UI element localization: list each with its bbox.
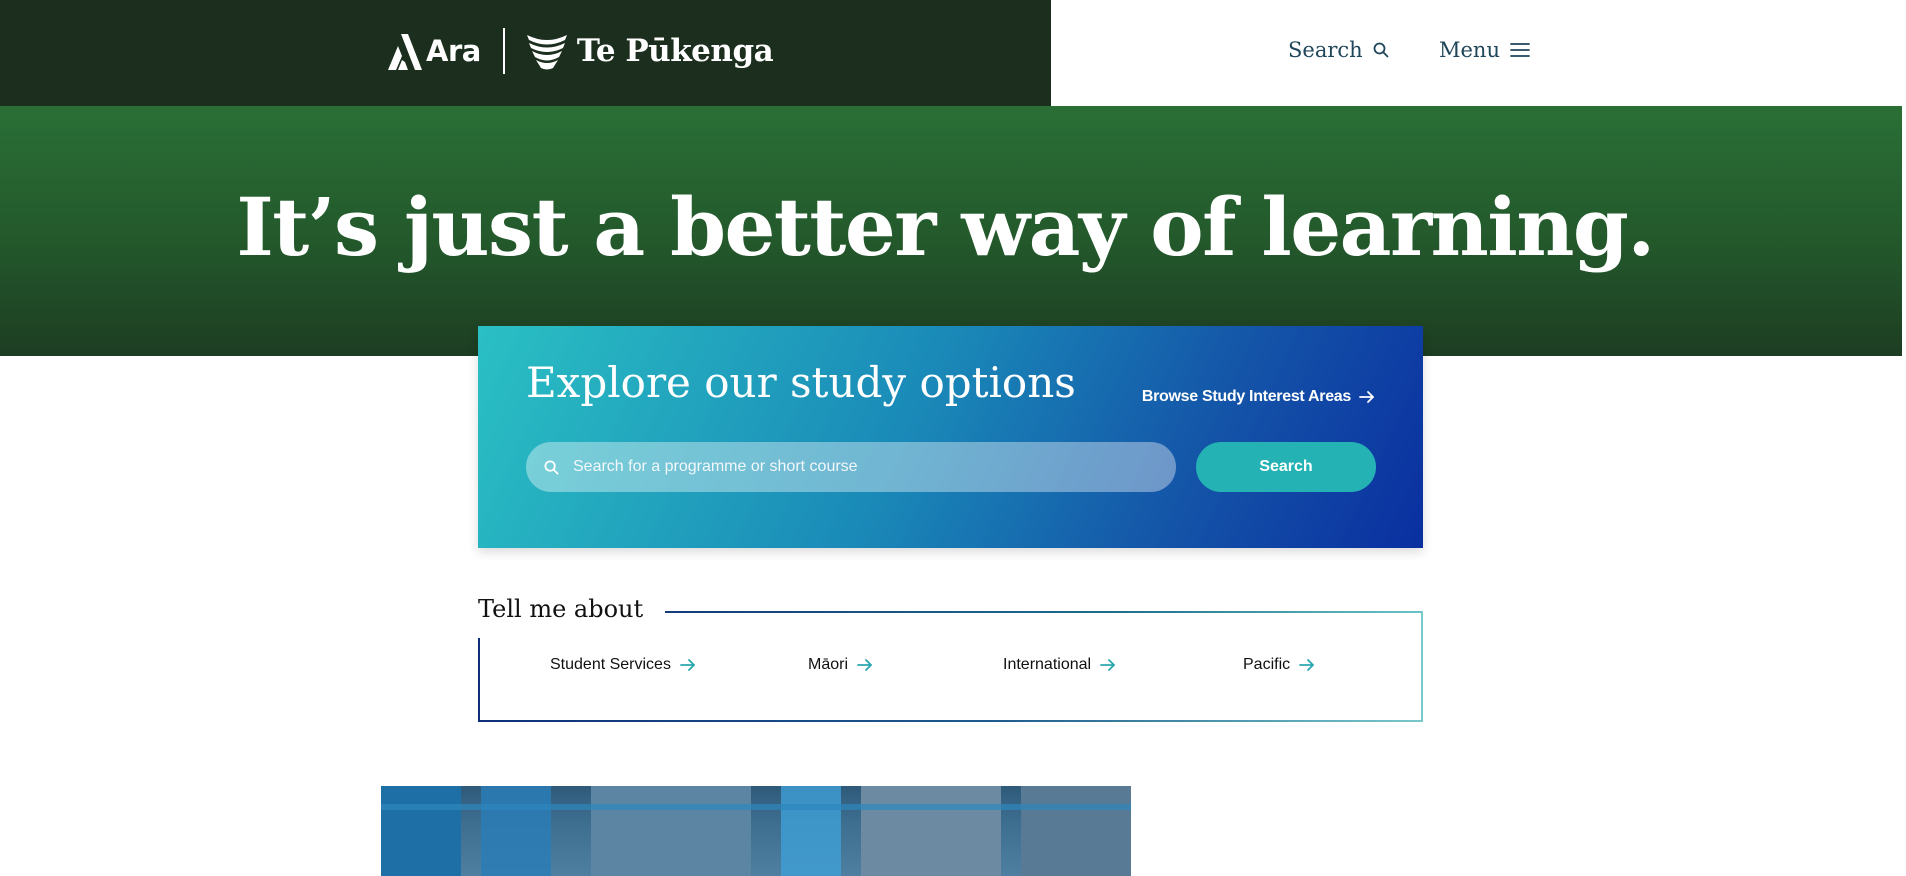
- header-menu-button[interactable]: Menu: [1439, 38, 1530, 62]
- tell-me-about-heading: Tell me about: [478, 595, 666, 623]
- hero-title: It’s just a better way of learning.: [236, 180, 1655, 274]
- header-search-button[interactable]: Search: [1288, 38, 1389, 62]
- arrow-right-icon: [1359, 391, 1374, 403]
- logo-group[interactable]: Ara Te Pūkenga: [388, 26, 774, 76]
- browse-link-label: Browse Study Interest Areas: [1141, 388, 1351, 405]
- site-header: Ara Te Pūkenga Search Menu: [0, 0, 1902, 106]
- header-search-label: Search: [1288, 38, 1363, 62]
- programme-search-button[interactable]: Search: [1196, 442, 1376, 492]
- arrow-right-icon: [1299, 659, 1315, 671]
- browse-study-areas-link[interactable]: Browse Study Interest Areas: [1142, 388, 1375, 406]
- programme-search-input[interactable]: [571, 457, 1135, 477]
- tell-link-label: International: [1003, 656, 1092, 673]
- ara-logo[interactable]: Ara: [388, 32, 481, 70]
- tell-link-maori[interactable]: Māori: [808, 656, 873, 674]
- ara-logo-text: Ara: [426, 34, 481, 68]
- arrow-right-icon: [1100, 659, 1115, 671]
- tell-link-label: Pacific: [1243, 656, 1291, 673]
- tell-link-label: Student Services: [550, 656, 671, 673]
- tell-link-pacific[interactable]: Pacific: [1243, 656, 1315, 674]
- tell-frame-top: [663, 611, 1423, 613]
- ara-logo-mark: [388, 34, 422, 70]
- arrow-right-icon: [680, 659, 695, 671]
- te-pukenga-logo-mark: [526, 35, 567, 70]
- tell-frame-right: [1421, 611, 1423, 722]
- tell-frame-left: [478, 638, 480, 722]
- hamburger-icon: [1510, 43, 1530, 57]
- programme-search-field[interactable]: [526, 442, 1176, 492]
- search-icon: [544, 460, 559, 475]
- search-icon: [1373, 42, 1389, 58]
- tell-link-student-services[interactable]: Student Services: [550, 656, 696, 674]
- header-menu-label: Menu: [1439, 38, 1500, 62]
- logo-divider: [502, 28, 505, 74]
- arrow-right-icon: [857, 659, 872, 671]
- te-pukenga-logo[interactable]: Te Pūkenga: [525, 31, 774, 71]
- te-pukenga-logo-text: Te Pūkenga: [576, 33, 774, 69]
- tell-link-international[interactable]: International: [1003, 656, 1116, 674]
- tell-frame-bottom: [478, 720, 1423, 722]
- explore-study-panel: Explore our study options Browse Study I…: [478, 326, 1423, 548]
- feature-photo: [381, 786, 1131, 876]
- explore-title: Explore our study options: [526, 358, 1076, 407]
- tell-link-label: Māori: [808, 656, 849, 673]
